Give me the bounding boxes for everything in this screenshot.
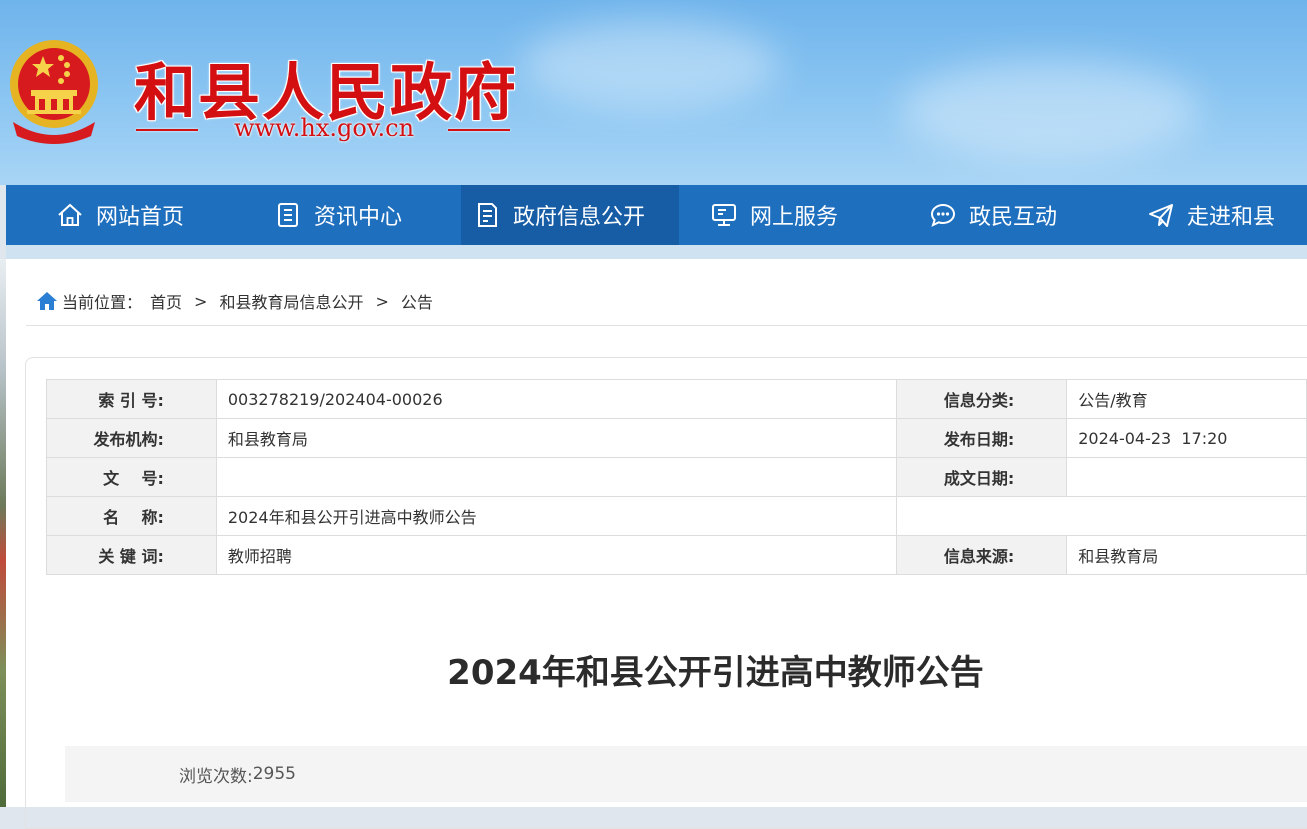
site-url-row: www.hx.gov.cn	[136, 114, 512, 144]
publish-date-label: 发布日期:	[896, 418, 1068, 458]
table-row: 索 引 号: 003278219/202404-00026 信息分类: 公告/教…	[46, 379, 1307, 419]
nav-item-label: 网上服务	[750, 205, 839, 230]
keywords-value: 教师招聘	[215, 535, 898, 575]
paper-plane-icon	[1149, 204, 1173, 227]
nav-item-label: 网站首页	[96, 205, 185, 230]
url-decor-line	[136, 129, 198, 131]
article-title: 2024年和县公开引进高中教师公告	[447, 653, 984, 693]
breadcrumb-separator: >	[194, 291, 208, 311]
breadcrumb-separator: >	[375, 291, 389, 311]
created-date-value	[1066, 457, 1307, 497]
nav-item-interaction[interactable]: 政民互动	[929, 185, 1089, 245]
nav-item-home[interactable]: 网站首页	[56, 185, 216, 245]
doc-no-value	[215, 457, 898, 497]
nav-bottom-band	[6, 245, 1307, 259]
name-label: 名 称:	[46, 496, 217, 536]
index-no-value: 003278219/202404-00026	[215, 379, 898, 419]
breadcrumb-divider	[26, 325, 1307, 326]
main-nav: 网站首页 资讯中心 政府信息公开 网上服务 政民互动 走进和县	[6, 185, 1307, 245]
table-row: 发布机构: 和县教育局 发布日期: 2024-04-23 17:20	[46, 418, 1307, 458]
empty-cell	[896, 496, 1307, 536]
breadcrumb-link-home[interactable]: 首页	[150, 289, 182, 313]
url-decor-line	[448, 129, 510, 131]
nav-item-label: 走进和县	[1187, 205, 1276, 230]
source-label: 信息来源:	[896, 535, 1068, 575]
view-count-value: 2955	[252, 764, 296, 784]
table-row: 名 称: 2024年和县公开引进高中教师公告	[46, 496, 1307, 536]
breadcrumb-link-edu-info[interactable]: 和县教育局信息公开	[219, 289, 363, 313]
publisher-value: 和县教育局	[215, 418, 898, 458]
nav-item-gov-info[interactable]: 政府信息公开	[461, 185, 679, 245]
index-no-label: 索 引 号:	[46, 379, 217, 419]
breadcrumb-link-notice[interactable]: 公告	[401, 289, 433, 313]
nav-item-about[interactable]: 走进和县	[1147, 185, 1307, 245]
main-content: 当前位置： 首页 > 和县教育局信息公开 > 公告 索 引 号: 0032782…	[6, 259, 1307, 829]
doc-no-label: 文 号:	[46, 457, 217, 497]
national-emblem-icon[interactable]	[5, 38, 103, 144]
source-value: 和县教育局	[1066, 535, 1307, 575]
chat-icon	[930, 203, 956, 227]
nav-item-news[interactable]: 资讯中心	[274, 185, 434, 245]
keywords-label: 关 键 词:	[46, 535, 217, 575]
site-header: 和县人民政府 www.hx.gov.cn	[0, 0, 1307, 185]
nav-item-label: 资讯中心	[314, 205, 403, 230]
nav-item-online-service[interactable]: 网上服务	[710, 185, 870, 245]
breadcrumb-prefix: 当前位置：	[62, 293, 143, 312]
breadcrumb: 当前位置： 首页 > 和县教育局信息公开 > 公告	[26, 285, 1307, 317]
site-url: www.hx.gov.cn	[233, 114, 415, 142]
publisher-label: 发布机构:	[46, 418, 217, 458]
view-count-bar: 浏览次数: 2955	[65, 746, 1307, 802]
header-cloud	[900, 60, 1200, 160]
table-row: 文 号: 成文日期:	[46, 457, 1307, 497]
created-date-label: 成文日期:	[896, 457, 1068, 497]
nav-item-label: 政府信息公开	[513, 205, 646, 230]
home-icon	[37, 292, 57, 310]
document-icon	[278, 203, 298, 227]
info-meta-table: 索 引 号: 003278219/202404-00026 信息分类: 公告/教…	[46, 379, 1307, 575]
view-count-label: 浏览次数:	[179, 766, 253, 787]
monitor-icon	[712, 204, 736, 226]
table-row: 关 键 词: 教师招聘 信息来源: 和县教育局	[46, 535, 1307, 575]
name-value: 2024年和县公开引进高中教师公告	[215, 496, 898, 536]
category-value: 公告/教育	[1066, 379, 1307, 419]
home-icon	[58, 203, 82, 226]
category-label: 信息分类:	[896, 379, 1068, 419]
file-list-icon	[478, 203, 497, 227]
header-cloud	[520, 20, 780, 110]
nav-item-label: 政民互动	[969, 205, 1058, 230]
publish-date-value: 2024-04-23 17:20	[1066, 418, 1307, 458]
